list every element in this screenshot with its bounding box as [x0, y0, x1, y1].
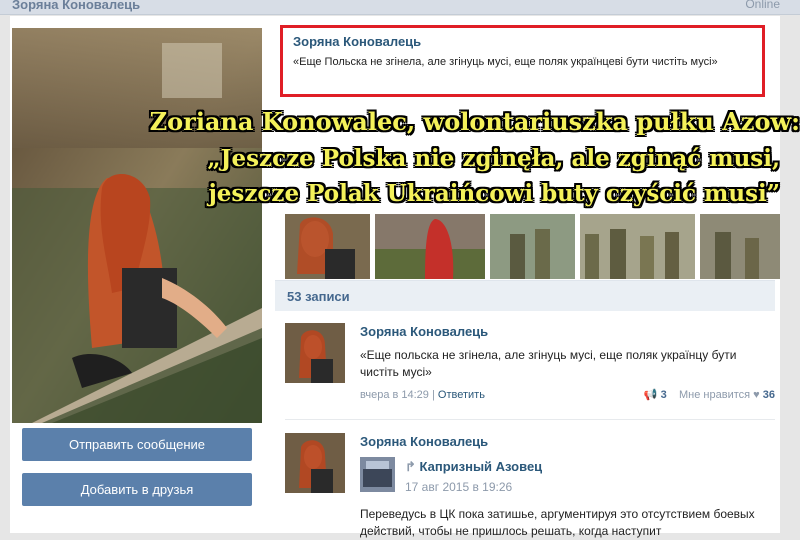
- left-column: Отправить сообщение Добавить в друзья: [10, 16, 275, 533]
- send-message-button[interactable]: Отправить сообщение: [22, 428, 252, 461]
- post-divider: [285, 419, 775, 420]
- heart-icon[interactable]: ♥: [753, 389, 760, 401]
- photos-strip-images: [285, 214, 780, 279]
- repost-arrow-icon: ↱: [405, 459, 416, 474]
- post-stats: 📢 3 Мне нравится ♥ 36: [644, 388, 775, 401]
- post-avatar[interactable]: [285, 323, 345, 383]
- post-text: «Еще польска не згінела, але згінуць мус…: [360, 348, 737, 379]
- repost-author[interactable]: Капризный Азовец: [420, 459, 543, 474]
- wall-header[interactable]: 53 записи: [275, 280, 775, 311]
- profile-status: «Еще Польска не згінела, але згінуць мус…: [293, 56, 718, 68]
- repost-avatar-image: [360, 457, 395, 492]
- avatar-image: [285, 433, 345, 493]
- share-count[interactable]: 3: [661, 389, 667, 401]
- overlay-caption-line1: Zoriana Konowalec, wolontariuszka pułku …: [149, 107, 800, 136]
- topbar-name[interactable]: Зоряна Коновалець: [12, 0, 140, 12]
- wall-post: Зоряна Коновалець ↱ Капризный Азовец 17 …: [275, 431, 780, 538]
- photos-strip: [285, 214, 780, 279]
- photo-thumb-5[interactable]: [700, 214, 780, 279]
- photo-thumb-3[interactable]: [490, 214, 575, 279]
- profile-page: Отправить сообщение Добавить в друзья Зо…: [10, 16, 780, 538]
- post-text: Переведусь в ЦК пока затишье, аргументир…: [360, 507, 755, 538]
- like-count[interactable]: 36: [763, 389, 775, 401]
- add-friend-button[interactable]: Добавить в друзья: [22, 473, 252, 506]
- wall-post: Зоряна Коновалець «Еще польска не згінел…: [275, 321, 780, 426]
- avatar-image: [285, 323, 345, 383]
- status-highlight-box: Зоряна Коновалець «Еще Польска не згінел…: [280, 25, 765, 97]
- post-author[interactable]: Зоряна Коновалець: [360, 434, 488, 449]
- overlay-caption-line3: jeszcze Polak Ukraińcowi buty czyścić mu…: [208, 180, 780, 207]
- profile-name: Зоряна Коновалець: [293, 34, 422, 49]
- right-column: Зоряна Коновалець «Еще Польска не згінел…: [275, 16, 780, 538]
- repost-author-link[interactable]: ↱ Капризный Азовец: [405, 459, 542, 475]
- post-time[interactable]: вчера в 14:29: [360, 389, 429, 401]
- profile-photo[interactable]: [12, 28, 262, 423]
- post-avatar[interactable]: [285, 433, 345, 493]
- repost-time[interactable]: 17 авг 2015 в 19:26: [405, 480, 512, 494]
- post-author[interactable]: Зоряна Коновалець: [360, 324, 488, 339]
- online-status: Online: [745, 0, 780, 11]
- reply-link[interactable]: Ответить: [438, 389, 485, 401]
- share-icon[interactable]: 📢: [644, 389, 658, 401]
- profile-topbar: Зоряна Коновалець Online: [0, 0, 800, 15]
- profile-photo-image: [12, 28, 262, 423]
- overlay-caption-line2: „Jeszcze Polska nie zginęła, ale zginąć …: [207, 145, 780, 172]
- like-label[interactable]: Мне нравится: [679, 389, 750, 401]
- wall-count[interactable]: 53 записи: [287, 289, 350, 304]
- repost-avatar[interactable]: [360, 457, 395, 492]
- post-meta: вчера в 14:29 | Ответить: [360, 389, 485, 401]
